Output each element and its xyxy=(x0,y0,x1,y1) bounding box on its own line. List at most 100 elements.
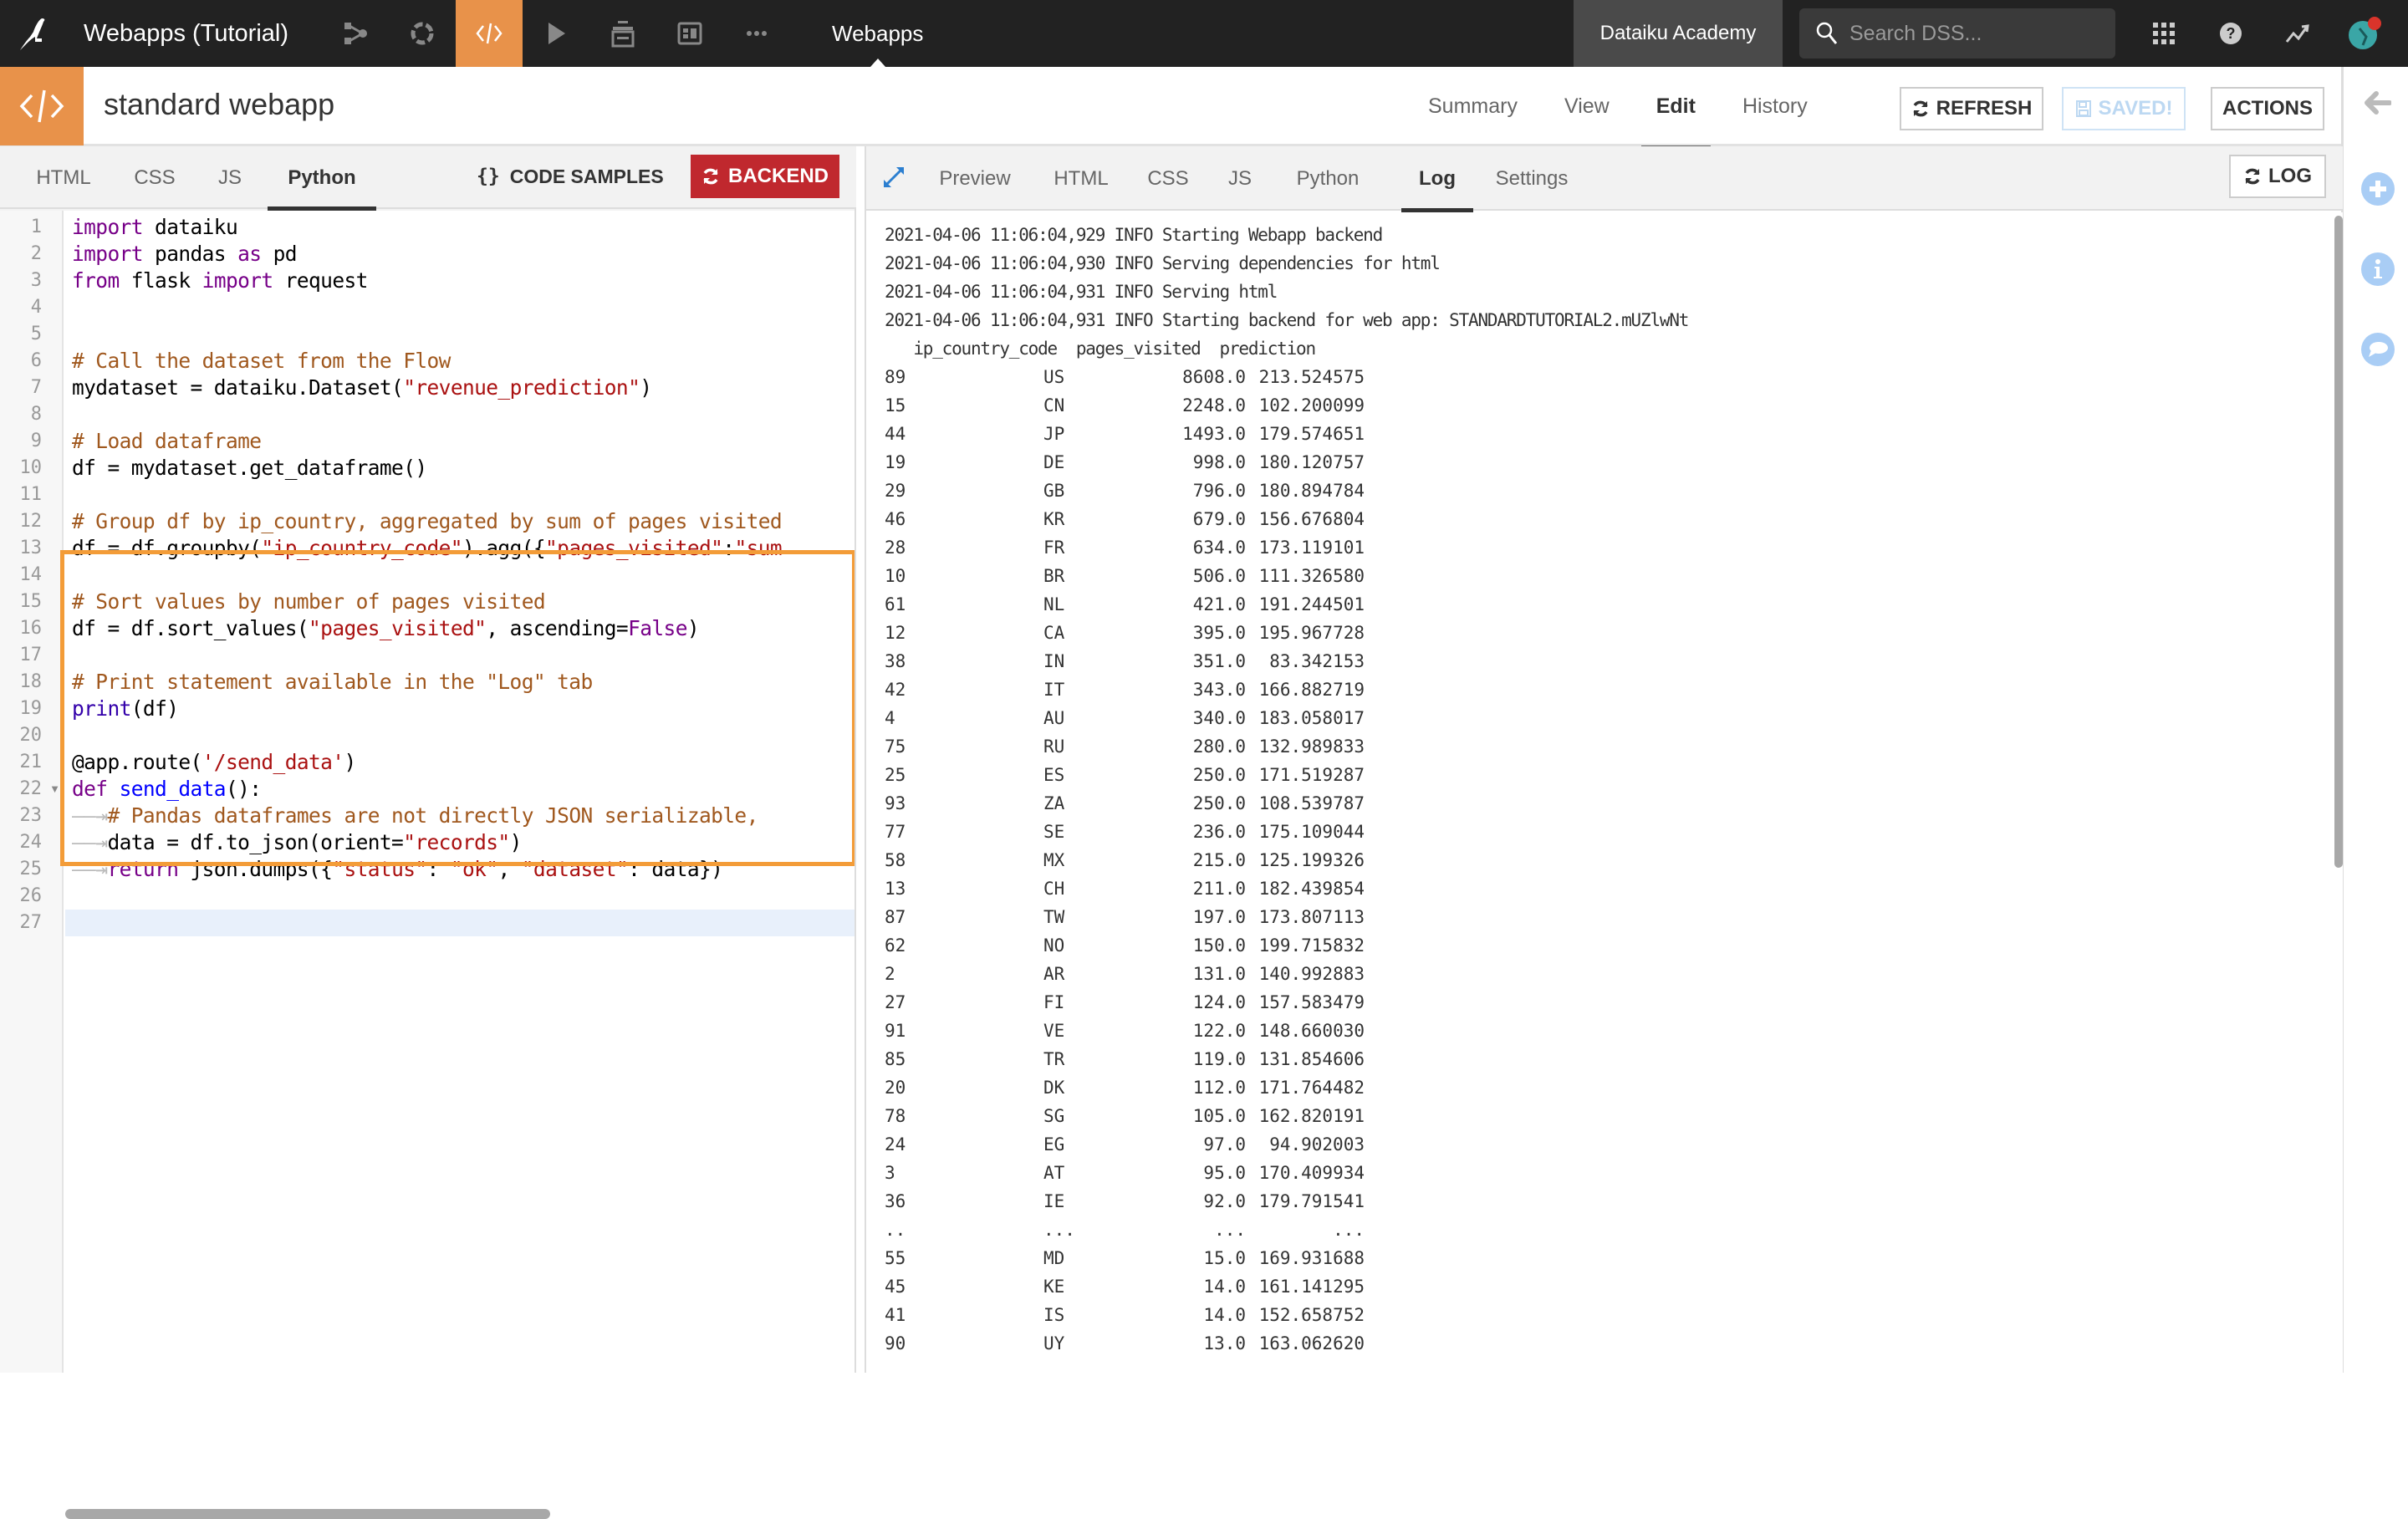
dataiku-bird-logo[interactable] xyxy=(0,0,67,67)
page-title: standard webapp xyxy=(104,87,335,121)
pages-visited: 112.0 xyxy=(1192,1078,1246,1098)
academy-link[interactable]: Dataiku Academy xyxy=(1574,0,1783,67)
flow-icon[interactable] xyxy=(322,0,389,67)
search-icon xyxy=(1816,22,1838,44)
pages-visited: 340.0 xyxy=(1192,708,1246,728)
saved-button[interactable]: SAVED! xyxy=(2062,87,2186,130)
tab-view[interactable]: View xyxy=(1541,67,1633,146)
fold-arrow-icon[interactable]: ▼ xyxy=(49,776,60,803)
country-code: CN xyxy=(1043,395,1065,415)
datasets-icon[interactable] xyxy=(589,0,656,67)
tab-summary[interactable]: Summary xyxy=(1405,67,1541,146)
pages-visited: 796.0 xyxy=(1192,481,1246,501)
preview-tab-preview[interactable]: Preview xyxy=(933,146,1017,211)
pages-visited: 2248.0 xyxy=(1182,395,1246,415)
code-line: mydataset = dataiku.Dataset("revenue_pre… xyxy=(72,375,652,400)
row-index: 38 xyxy=(885,651,906,671)
code-samples-button[interactable]: {} CODE SAMPLES xyxy=(477,160,664,193)
search-input[interactable] xyxy=(1849,21,2092,46)
discussion-icon[interactable] xyxy=(2360,332,2395,367)
country-code: IE xyxy=(1043,1191,1065,1211)
row-index: 4 xyxy=(885,708,895,728)
row-index: 24 xyxy=(885,1134,906,1155)
log-message: 2021-04-06 11:06:04,929 INFO Starting We… xyxy=(885,225,1383,245)
back-arrow-icon[interactable] xyxy=(2360,85,2395,120)
line-number: 27 xyxy=(19,912,43,933)
actions-button[interactable]: ACTIONS xyxy=(2211,87,2324,130)
log-output: 2021-04-06 11:06:04,929 INFO Starting We… xyxy=(866,212,2343,1373)
editor-tab-js[interactable]: JS xyxy=(216,146,244,209)
country-code: TR xyxy=(1043,1049,1065,1069)
country-code: EG xyxy=(1043,1134,1065,1155)
code-line: import dataiku xyxy=(72,215,238,239)
active-caret xyxy=(870,59,885,67)
backend-button[interactable]: BACKEND xyxy=(691,155,839,198)
code-line: ——⇥data = df.to_json(orient="records") xyxy=(72,830,522,854)
active-line-highlight xyxy=(65,910,855,936)
code-icon[interactable] xyxy=(456,0,523,67)
code-editor[interactable]: 1 2 3 4 5 6 7 8 9 10 11 12 13 14 15 16 17 18 19 20 21 22 ▼ 23 24… xyxy=(0,211,855,1373)
preview-tabs: Preview HTML CSS JS Python Log Settings … xyxy=(866,146,2343,212)
lab-icon[interactable] xyxy=(389,0,456,67)
country-code: GB xyxy=(1043,481,1065,501)
log-table-header: ip_country_code pages_visited prediction xyxy=(885,339,1316,359)
pages-visited: 122.0 xyxy=(1192,1021,1246,1041)
tab-history[interactable]: History xyxy=(1719,67,1831,146)
more-icon[interactable] xyxy=(723,0,790,67)
country-code: FR xyxy=(1043,538,1065,558)
line-number: 20 xyxy=(19,725,43,746)
vertical-scrollbar[interactable] xyxy=(2334,216,2343,868)
code-line: # Print statement available in the "Log"… xyxy=(72,670,593,694)
user-avatar[interactable] xyxy=(2331,0,2398,67)
help-icon[interactable]: ? xyxy=(2197,0,2264,67)
line-number: 4 xyxy=(30,297,42,318)
log-message: 2021-04-06 11:06:04,931 INFO Serving htm… xyxy=(885,282,1278,302)
prediction: 173.807113 xyxy=(1258,907,1365,927)
row-index: 90 xyxy=(885,1333,906,1353)
info-icon[interactable] xyxy=(2360,252,2395,287)
nav-section-webapps[interactable]: Webapps xyxy=(832,0,923,67)
dashboard-icon[interactable] xyxy=(656,0,723,67)
row-index: 19 xyxy=(885,452,906,472)
prediction: 179.791541 xyxy=(1258,1191,1365,1211)
save-icon xyxy=(2075,100,2091,117)
line-number: 3 xyxy=(30,270,42,291)
run-icon[interactable] xyxy=(523,0,589,67)
project-name[interactable]: Webapps (Tutorial) xyxy=(84,20,288,48)
pages-visited: 1493.0 xyxy=(1182,424,1246,444)
apps-grid-icon[interactable] xyxy=(2130,0,2197,67)
row-index: 46 xyxy=(885,509,906,529)
line-number: 11 xyxy=(19,484,43,505)
preview-tab-css[interactable]: CSS xyxy=(1147,146,1189,211)
editor-tab-css[interactable]: CSS xyxy=(134,146,176,209)
code-editor-pane: HTML CSS JS Python {} CODE SAMPLES BACKE… xyxy=(0,146,856,1519)
editor-tab-html[interactable]: HTML xyxy=(33,146,94,209)
preview-tab-log[interactable]: Log xyxy=(1401,146,1473,212)
tab-edit[interactable]: Edit xyxy=(1633,67,1719,149)
row-index: 77 xyxy=(885,822,906,842)
preview-tab-js[interactable]: JS xyxy=(1226,146,1254,211)
activity-icon[interactable] xyxy=(2264,0,2331,67)
prediction: 148.660030 xyxy=(1258,1021,1365,1041)
expand-icon[interactable] xyxy=(881,165,906,190)
prediction: 108.539787 xyxy=(1258,793,1365,813)
search-box[interactable] xyxy=(1799,8,2115,59)
country-code: VE xyxy=(1043,1021,1065,1041)
refresh-log-button[interactable]: LOG xyxy=(2229,155,2326,198)
horizontal-scrollbar[interactable] xyxy=(65,1509,550,1519)
preview-tab-html[interactable]: HTML xyxy=(1052,146,1110,211)
line-number: 19 xyxy=(19,698,43,719)
editor-tabs: HTML CSS JS Python {} CODE SAMPLES BACKE… xyxy=(0,146,856,211)
pages-visited: 14.0 xyxy=(1203,1277,1246,1297)
country-code: ... xyxy=(1043,1220,1075,1240)
prediction: 170.409934 xyxy=(1258,1163,1365,1183)
preview-tab-python[interactable]: Python xyxy=(1293,146,1363,211)
preview-tab-settings[interactable]: Settings xyxy=(1492,146,1572,211)
line-number: 9 xyxy=(30,431,42,451)
code-line: import pandas as pd xyxy=(72,242,297,266)
editor-tab-python[interactable]: Python xyxy=(268,146,376,211)
refresh-button[interactable]: REFRESH xyxy=(1900,87,2043,130)
add-icon[interactable] xyxy=(2360,171,2395,206)
row-index: 85 xyxy=(885,1049,906,1069)
row-index: 36 xyxy=(885,1191,906,1211)
